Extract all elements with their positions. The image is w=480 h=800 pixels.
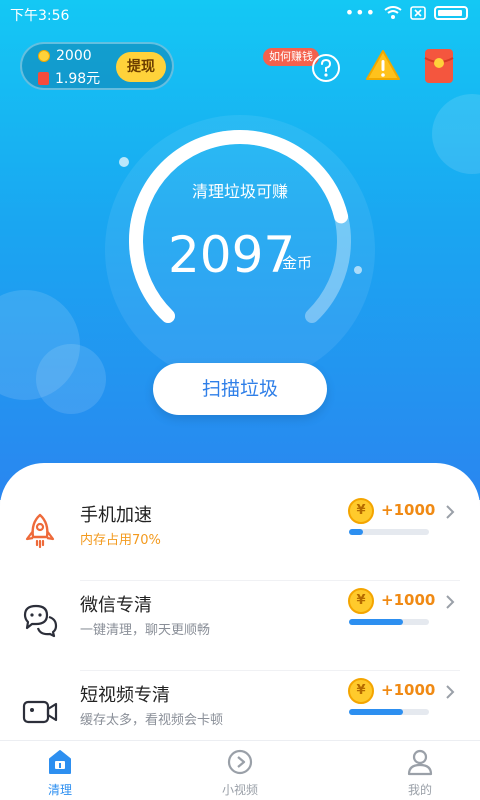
status-dots: ••• [344, 3, 376, 22]
task-panel: 手机加速 内存占用70% ¥ +1000 微信专清 一键清理，聊天更顺畅 ¥ +… [0, 463, 480, 743]
tab-clean[interactable]: 清理 [0, 741, 120, 800]
coin-icon: ¥ [348, 498, 374, 524]
wifi-icon [384, 6, 402, 19]
task-title: 手机加速 [80, 505, 152, 526]
task-subtitle: 缓存太多，看视频会卡顿 [80, 713, 224, 728]
battery-icon [434, 6, 468, 20]
play-icon [227, 749, 253, 775]
task-subtitle: 内存占用70% [80, 533, 161, 548]
cash-balance: 1.98元 [55, 71, 101, 87]
tab-label: 清理 [47, 783, 72, 797]
status-icons: ••• [345, 4, 468, 22]
task-progress [349, 709, 429, 715]
chevron-right-icon [446, 595, 455, 609]
chevron-right-icon [446, 685, 455, 699]
task-title: 短视频专清 [80, 685, 170, 706]
coin-icon: ¥ [348, 588, 374, 614]
dial-unit: 金币 [282, 254, 313, 272]
rocket-icon [25, 513, 55, 549]
task-progress [349, 529, 429, 535]
task-row-wechat-clean[interactable]: 微信专清 一键清理，聊天更顺畅 ¥ +1000 [0, 583, 480, 671]
profile-icon [407, 749, 433, 776]
decor-bubble [432, 94, 480, 174]
coin-balance: 2000 [56, 48, 92, 64]
warning-icon[interactable] [364, 48, 402, 82]
chevron-right-icon [446, 505, 455, 519]
video-camera-icon [22, 700, 58, 724]
clean-icon [49, 750, 71, 774]
scan-junk-button[interactable]: 扫描垃圾 [153, 363, 327, 415]
task-progress-fill [349, 619, 404, 625]
chat-bubbles-icon [23, 604, 58, 638]
tab-label: 我的 [407, 783, 432, 797]
decor-bubble [36, 344, 106, 414]
dial-value: 2097 [168, 226, 296, 284]
withdraw-button[interactable]: 提现 [116, 52, 166, 82]
task-subtitle: 一键清理，聊天更顺畅 [80, 623, 211, 638]
task-progress-fill [349, 529, 364, 535]
task-row-phone-boost[interactable]: 手机加速 内存占用70% ¥ +1000 [0, 493, 480, 581]
help-icon[interactable] [310, 52, 342, 84]
tab-short-video[interactable]: 小视频 [180, 741, 300, 800]
status-time: 下午3:56 [10, 8, 70, 24]
task-progress-fill [349, 709, 404, 715]
tab-label: 小视频 [221, 783, 258, 797]
wallet-pill[interactable]: 2000 1.98元 提现 [20, 42, 174, 90]
bottom-tab-bar: 清理 小视频 我的 [0, 740, 480, 800]
task-title: 微信专清 [80, 595, 152, 616]
status-bar: 下午3:56 ••• [0, 0, 480, 28]
divider [80, 580, 460, 581]
task-reward: +1000 [381, 501, 436, 519]
coin-icon: ¥ [348, 678, 374, 704]
task-progress [349, 619, 429, 625]
dial-sparkle [119, 157, 129, 167]
tab-mine[interactable]: 我的 [360, 741, 480, 800]
task-reward: +1000 [381, 681, 436, 699]
no-sim-icon [410, 6, 426, 20]
cash-icon [38, 71, 49, 85]
divider [80, 670, 460, 671]
dial-title: 清理垃圾可赚 [191, 182, 288, 201]
dial-sparkle [354, 266, 362, 274]
coin-icon [38, 50, 50, 62]
red-envelope-icon[interactable] [424, 48, 454, 84]
task-reward: +1000 [381, 591, 436, 609]
